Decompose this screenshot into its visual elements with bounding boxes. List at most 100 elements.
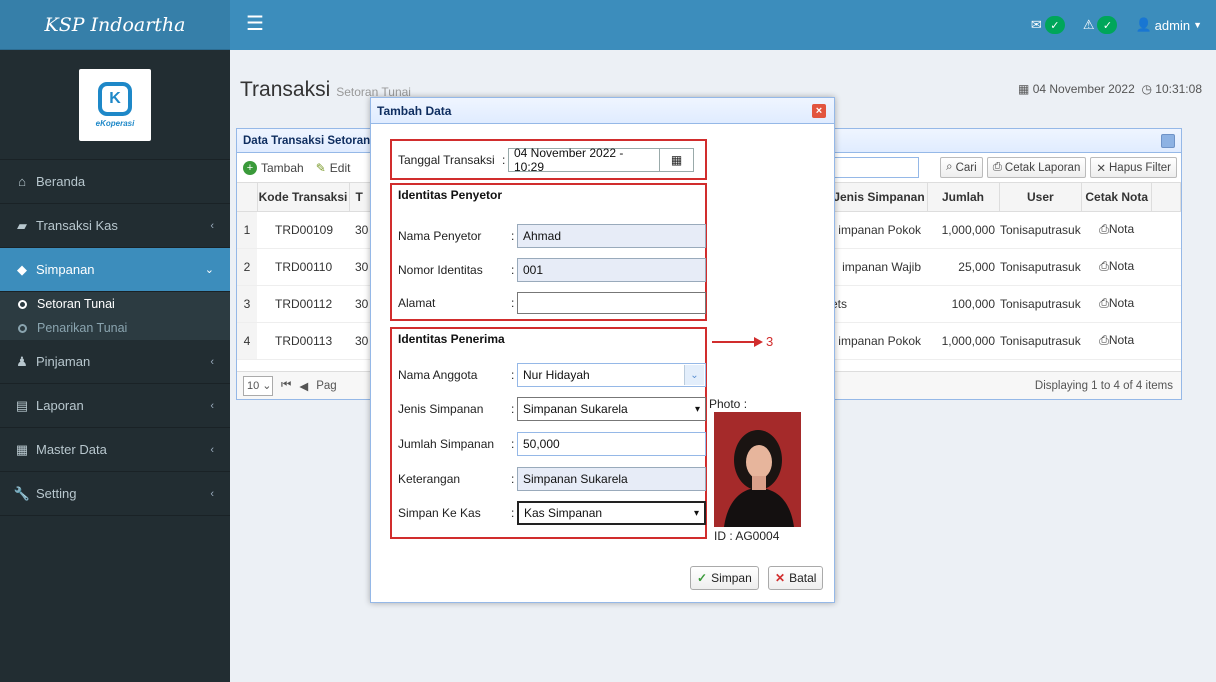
nama-anggota-combobox[interactable]: Nur Hidayah ⌄ (517, 363, 706, 387)
photo-label: Photo : (709, 397, 748, 411)
nota-link[interactable]: ⎙Nota (1081, 211, 1152, 249)
car-icon: ▰ (17, 217, 27, 233)
pager-display-info: Displaying 1 to 4 of 4 items (1034, 379, 1173, 392)
row-number: 2 (237, 248, 257, 286)
page-size-select[interactable]: 10 ⌄ (243, 375, 273, 396)
save-button[interactable]: ✓ Simpan (690, 566, 759, 590)
sidebar-item-transaksi-kas[interactable]: ▰ Transaksi Kas ‹ (0, 204, 230, 248)
column-header-jenis[interactable]: Jenis Simpanan (831, 183, 928, 212)
printer-icon: ⎙ (1099, 222, 1109, 236)
user-icon: 👤 (1135, 17, 1152, 32)
edit-button[interactable]: ✎ Edit (316, 161, 351, 175)
plus-icon: + (243, 160, 257, 175)
page-label: Pag (316, 379, 337, 392)
nomor-identitas-label: Nomor Identitas (398, 263, 483, 277)
clear-filter-button[interactable]: ✕ Hapus Filter (1090, 157, 1177, 178)
nota-link[interactable]: ⎙Nota (1081, 322, 1152, 360)
home-icon: ⌂ (18, 174, 26, 189)
cell-user: Tonisaputrasuk (999, 322, 1082, 360)
add-button[interactable]: + Tambah (243, 160, 304, 175)
caret-down-icon: ▼ (1193, 20, 1202, 30)
jumlah-simpanan-input[interactable]: 50,000 (517, 432, 706, 456)
cell-kode: TRD00113 (257, 322, 349, 360)
search-button[interactable]: ⌕ Cari (940, 157, 983, 178)
sidebar-item-simpanan[interactable]: ◆ Simpanan ⌄ (0, 248, 230, 292)
nomor-identitas-input[interactable]: 001 (517, 258, 706, 282)
close-icon[interactable]: × (812, 104, 826, 118)
sidebar-item-setting[interactable]: 🔧 Setting ‹ (0, 472, 230, 516)
chevron-down-icon[interactable]: ⌄ (684, 365, 704, 385)
messages-button[interactable]: ✉ ✓ (1031, 16, 1065, 34)
nama-anggota-row: Nama Anggota : Nur Hidayah ⌄ (398, 363, 706, 387)
sidebar-item-beranda[interactable]: ⌂ Beranda (0, 160, 230, 204)
cancel-button[interactable]: ✕ Batal (768, 566, 824, 590)
section-title: Identitas Penyetor (398, 188, 503, 202)
chevron-down-icon: ▾ (694, 403, 700, 415)
warning-icon: ⚠ (1082, 17, 1095, 32)
jenis-simpanan-row: Jenis Simpanan : Simpanan Sukarela ▾ (398, 397, 706, 421)
cell-jenis: ets (831, 285, 927, 323)
nota-link[interactable]: ⎙Nota (1081, 285, 1152, 323)
chevron-left-icon: ‹ (210, 399, 214, 412)
annotation-number: 3 (766, 334, 774, 349)
sidebar-item-laporan[interactable]: ▤ Laporan ‹ (0, 384, 230, 428)
row-number: 3 (237, 285, 257, 323)
app-title: KSP Indoartha (44, 13, 186, 36)
app-logo[interactable]: KSP Indoartha (0, 0, 230, 50)
member-photo (714, 412, 801, 527)
jumlah-simpanan-row: Jumlah Simpanan : 50,000 (398, 432, 706, 456)
spacer-cell (1151, 211, 1181, 249)
column-header-user[interactable]: User (999, 183, 1083, 212)
print-report-button[interactable]: ⎙ Cetak Laporan (986, 157, 1087, 178)
spacer-cell (1151, 248, 1181, 286)
check-icon: ✓ (697, 571, 708, 585)
simpan-ke-kas-label: Simpan Ke Kas (398, 506, 481, 520)
annotation-arrow: 3 (712, 334, 773, 349)
chevron-left-icon: ‹ (210, 443, 214, 456)
user-menu[interactable]: 👤 admin ▼ (1135, 17, 1202, 33)
jenis-simpanan-select[interactable]: Simpanan Sukarela ▾ (517, 397, 706, 421)
member-id: ID : AG0004 (714, 529, 780, 543)
chevron-left-icon: ‹ (210, 487, 214, 500)
pencil-icon: ✎ (315, 160, 326, 175)
sidebar-item-label: Master Data (36, 442, 107, 457)
cell-user: Tonisaputrasuk (999, 248, 1082, 286)
chevron-down-icon: ⌄ (204, 264, 214, 276)
search-icon: ⌕ (946, 161, 953, 173)
collapse-icon[interactable] (1161, 134, 1175, 148)
cell-jenis: impanan Wajib (831, 248, 927, 286)
circle-icon (18, 323, 27, 333)
top-navbar: ☰ ✉ ✓ ⚠ ✓ 👤 admin ▼ (230, 0, 1216, 50)
hamburger-icon[interactable]: ☰ (246, 14, 264, 34)
arrow-head-icon (754, 336, 763, 347)
sidebar-subitem-penarikan-tunai[interactable]: Penarikan Tunai (0, 316, 230, 340)
first-page-icon[interactable]: ⏮ (281, 379, 291, 392)
dialog-title: Tambah Data × (371, 98, 834, 124)
section-title: Identitas Penerima (398, 332, 505, 346)
keterangan-input[interactable]: Simpanan Sukarela (517, 467, 706, 491)
column-header-nota[interactable]: Cetak Nota (1081, 183, 1153, 212)
sidebar-subitem-setoran-tunai[interactable]: Setoran Tunai (0, 292, 230, 316)
nama-penyetor-input[interactable]: Ahmad (517, 224, 706, 248)
column-header-kode[interactable]: Kode Transaksi (257, 183, 350, 212)
notifications-button[interactable]: ⚠ ✓ (1083, 16, 1118, 34)
column-header-jumlah[interactable]: Jumlah (927, 183, 1000, 212)
cell-user: Tonisaputrasuk (999, 211, 1082, 249)
koperasi-logo-icon: K (98, 81, 132, 116)
sidebar-item-pinjaman[interactable]: ♟ Pinjaman ‹ (0, 340, 230, 384)
nama-penyetor-label: Nama Penyetor (398, 229, 482, 243)
sidebar-item-label: Laporan (36, 398, 84, 413)
cell-kode: TRD00110 (257, 248, 349, 286)
sidebar-item-label: Pinjaman (36, 354, 91, 369)
calendar-icon[interactable]: ▦ (660, 148, 694, 172)
brand-area: K eKoperasi (0, 50, 230, 160)
close-icon: ✕ (1096, 162, 1106, 175)
alamat-textarea[interactable] (517, 292, 706, 314)
prev-page-icon[interactable]: ◀ (299, 379, 308, 393)
nota-link[interactable]: ⎙Nota (1081, 248, 1152, 286)
simpan-ke-kas-select[interactable]: Kas Simpanan ▾ (517, 501, 706, 525)
tanggal-input[interactable]: 04 November 2022 - 10:29 (508, 146, 660, 174)
sidebar-item-master-data[interactable]: ▦ Master Data ‹ (0, 428, 230, 472)
spacer-header (1151, 183, 1181, 212)
envelope-icon: ✉ (1030, 17, 1042, 32)
